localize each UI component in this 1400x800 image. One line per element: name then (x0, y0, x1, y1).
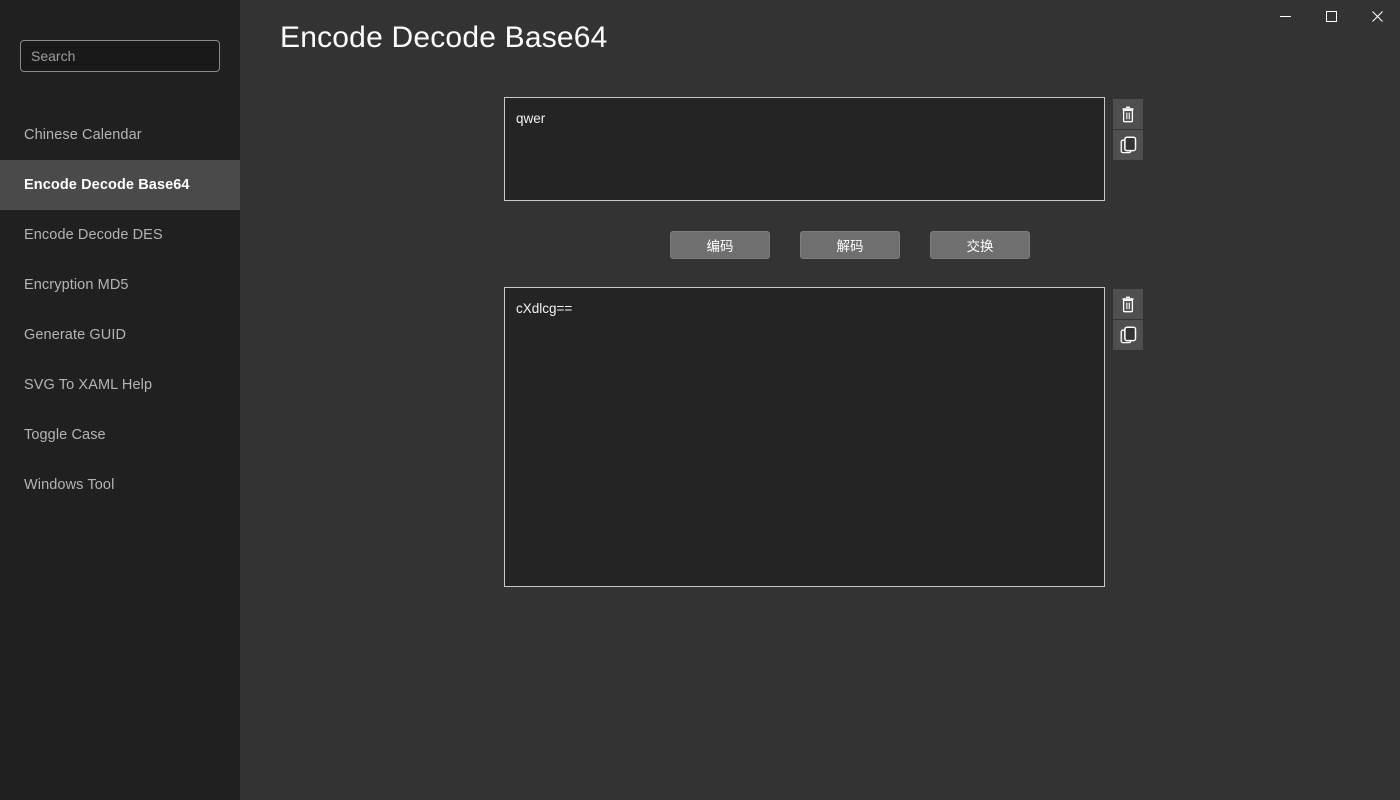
output-side-buttons (1113, 289, 1143, 351)
sidebar-item-label: Encode Decode DES (24, 227, 163, 243)
sidebar-item-label: Chinese Calendar (24, 127, 142, 143)
swap-button[interactable]: 交换 (930, 231, 1030, 259)
decode-button[interactable]: 解码 (800, 231, 900, 259)
sidebar: Chinese Calendar Encode Decode Base64 En… (0, 0, 240, 800)
encode-button[interactable]: 编码 (670, 231, 770, 259)
sidebar-item-encode-decode-des[interactable]: Encode Decode DES (0, 210, 240, 260)
input-group (504, 97, 1143, 201)
sidebar-item-generate-guid[interactable]: Generate GUID (0, 310, 240, 360)
copy-icon (1120, 136, 1137, 154)
input-side-buttons (1113, 99, 1143, 161)
sidebar-item-toggle-case[interactable]: Toggle Case (0, 410, 240, 460)
search-input[interactable] (20, 40, 220, 72)
input-textarea[interactable] (504, 97, 1105, 201)
output-textarea[interactable] (504, 287, 1105, 587)
sidebar-item-label: Generate GUID (24, 327, 127, 343)
sidebar-item-label: Windows Tool (24, 477, 115, 493)
action-buttons: 编码 解码 交换 (670, 231, 1030, 259)
window-controls (1262, 0, 1400, 32)
copy-icon (1120, 326, 1137, 344)
sidebar-item-windows-tool[interactable]: Windows Tool (0, 460, 240, 510)
close-button[interactable] (1354, 0, 1400, 32)
sidebar-item-encode-decode-base64[interactable]: Encode Decode Base64 (0, 160, 240, 210)
input-clear-button[interactable] (1113, 99, 1143, 129)
trash-icon (1120, 296, 1136, 313)
minimize-icon (1279, 11, 1291, 22)
input-copy-button[interactable] (1113, 130, 1143, 160)
sidebar-item-label: Encode Decode Base64 (24, 177, 190, 193)
main-content: Encode Decode Base64 qwer 编码 解码 交换 cXdlc… (240, 0, 1400, 800)
minimize-button[interactable] (1262, 0, 1308, 32)
sidebar-item-label: Toggle Case (24, 427, 106, 443)
sidebar-nav: Chinese Calendar Encode Decode Base64 En… (0, 110, 240, 510)
maximize-button[interactable] (1308, 0, 1354, 32)
output-group (504, 287, 1143, 587)
sidebar-item-chinese-calendar[interactable]: Chinese Calendar (0, 110, 240, 160)
trash-icon (1120, 106, 1136, 123)
app-window: Chinese Calendar Encode Decode Base64 En… (0, 0, 1400, 800)
sidebar-item-encryption-md5[interactable]: Encryption MD5 (0, 260, 240, 310)
page-title: Encode Decode Base64 (280, 21, 608, 54)
sidebar-item-label: Encryption MD5 (24, 277, 129, 293)
close-icon (1371, 10, 1383, 22)
maximize-icon (1325, 10, 1337, 22)
search-box[interactable] (20, 40, 220, 72)
output-clear-button[interactable] (1113, 289, 1143, 319)
sidebar-item-svg-to-xaml-help[interactable]: SVG To XAML Help (0, 360, 240, 410)
sidebar-item-label: SVG To XAML Help (24, 377, 153, 393)
output-copy-button[interactable] (1113, 320, 1143, 350)
